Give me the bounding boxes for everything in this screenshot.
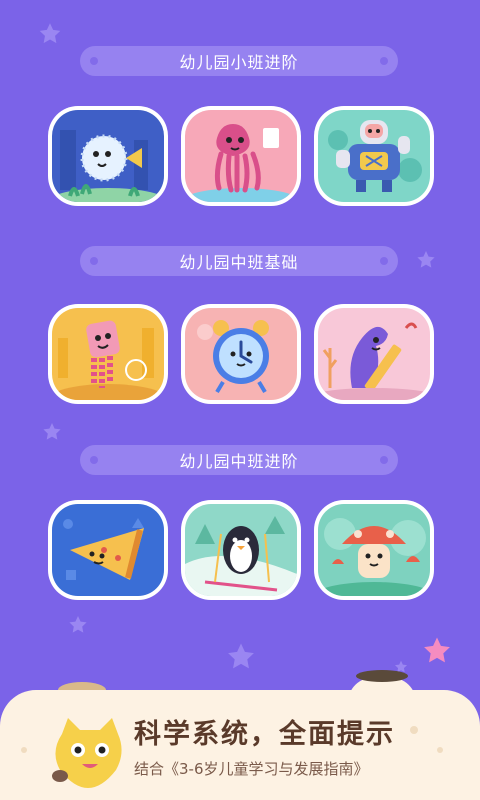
- dinosaur-ruler-icon: [318, 308, 430, 400]
- lesson-row: [48, 500, 434, 600]
- robot-lesson-card[interactable]: [314, 106, 434, 206]
- banner-dot: [90, 257, 98, 265]
- jellyfish-icon: [52, 308, 164, 400]
- banner-dot: [90, 456, 98, 464]
- section-banner: 幼儿园中班进阶: [80, 445, 398, 475]
- pufferfish-icon: [52, 110, 164, 202]
- pizza-slice-icon: [52, 504, 164, 596]
- dinosaur-ruler-lesson-card[interactable]: [314, 304, 434, 404]
- footer-headline: 科学系统，全面提示: [134, 719, 395, 750]
- section-banner: 幼儿园小班进阶: [80, 46, 398, 76]
- star-icon: [416, 250, 436, 270]
- banner-dot: [380, 456, 388, 464]
- mascot-cat-icon: [50, 712, 130, 792]
- mushroom-icon: [318, 504, 430, 596]
- penguin-lesson-card[interactable]: [181, 500, 301, 600]
- lesson-row: [48, 106, 434, 206]
- octopus-lesson-card[interactable]: [181, 106, 301, 206]
- section-title: 幼儿园中班基础: [179, 253, 299, 272]
- section-banner: 幼儿园中班基础: [80, 246, 398, 276]
- banner-dot: [380, 257, 388, 265]
- banner-dot: [90, 57, 98, 65]
- section-title: 幼儿园小班进阶: [179, 53, 299, 72]
- star-icon: [422, 636, 452, 666]
- star-icon: [68, 615, 88, 635]
- star-icon: [226, 642, 256, 672]
- alarm-clock-lesson-card[interactable]: [181, 304, 301, 404]
- lesson-row: [48, 304, 434, 404]
- banner-dot: [380, 57, 388, 65]
- robot-icon: [318, 110, 430, 202]
- footer-subline: 结合《3-6岁儿童学习与发展指南》: [134, 760, 369, 778]
- octopus-icon: [185, 110, 297, 202]
- jellyfish-lesson-card[interactable]: [48, 304, 168, 404]
- pufferfish-lesson-card[interactable]: [48, 106, 168, 206]
- skiing-penguin-icon: [185, 504, 297, 596]
- section-title: 幼儿园中班进阶: [179, 452, 299, 471]
- star-icon: [42, 422, 62, 442]
- mushroom-lesson-card[interactable]: [314, 500, 434, 600]
- pizza-lesson-card[interactable]: [48, 500, 168, 600]
- alarm-clock-icon: [185, 308, 297, 400]
- star-icon: [38, 22, 62, 46]
